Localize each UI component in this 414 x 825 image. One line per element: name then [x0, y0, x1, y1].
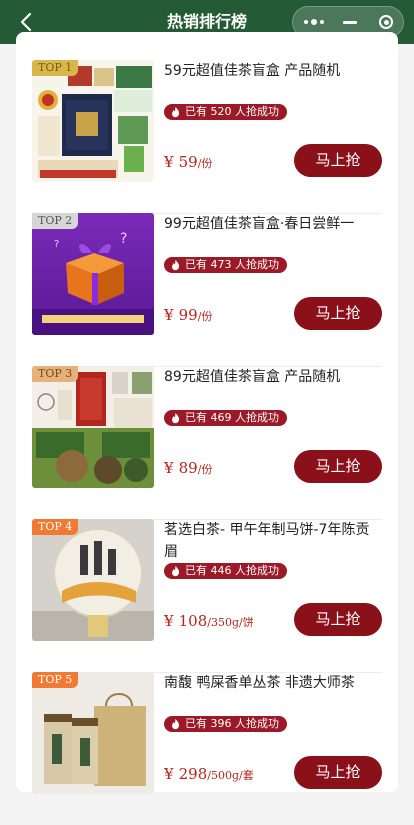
product-name[interactable]: 99元超值佳茶盲盒·春日尝鲜一 [164, 213, 382, 235]
rank-badge: TOP 3 [32, 366, 79, 382]
rank-badge: TOP 1 [32, 60, 79, 76]
currency-symbol: ¥ [164, 153, 174, 171]
price-value: 89 [178, 459, 198, 477]
svg-text:?: ? [120, 231, 127, 247]
buy-now-button[interactable]: 马上抢 [294, 297, 382, 330]
sold-count-text: 已有 520 人抢成功 [185, 105, 279, 118]
product-image[interactable]: TOP 1 [32, 60, 154, 182]
sold-count-text: 已有 469 人抢成功 [185, 411, 279, 424]
sold-count-badge: 已有 520 人抢成功 [164, 104, 287, 120]
tea-cake-image [32, 519, 154, 641]
price-unit: /份 [197, 310, 213, 323]
buy-now-button[interactable]: 马上抢 [294, 603, 382, 636]
product-image[interactable]: TOP 4 [32, 519, 154, 641]
list-item[interactable]: TOP 4 茗选白茶- 甲午年制马饼-7年陈贡眉 已有 446 人抢成功 ¥ 1… [32, 519, 382, 673]
price-value: 108 [178, 612, 208, 630]
fire-icon [172, 718, 180, 730]
buy-now-button[interactable]: 马上抢 [294, 144, 382, 177]
currency-symbol: ¥ [164, 612, 174, 630]
minimize-icon [343, 20, 357, 24]
price: ¥ 298/500g/套 [164, 764, 254, 788]
price-unit: /500g/套 [207, 769, 254, 782]
sold-count-badge: 已有 396 人抢成功 [164, 716, 287, 732]
product-name[interactable]: 南馥 鸭屎香单丛茶 非遗大师茶 [164, 672, 382, 694]
svg-text:?: ? [54, 239, 59, 250]
list-item[interactable]: TOP 1 59元超值佳茶盲盒 产品随机 已有 520 人抢成功 ¥ 59/份 … [32, 60, 382, 214]
product-image[interactable]: ? ? TOP 2 [32, 213, 154, 335]
list-item[interactable]: ? ? TOP 2 99元超值佳茶盲盒·春日尝鲜一 已有 473 人抢成功 ¥ … [32, 213, 382, 367]
rank-badge: TOP 2 [32, 213, 79, 229]
product-image[interactable]: TOP 5 [32, 672, 154, 794]
more-dots-icon [303, 19, 326, 25]
currency-symbol: ¥ [164, 306, 174, 324]
price-value: 59 [178, 153, 198, 171]
sold-count-badge: 已有 446 人抢成功 [164, 563, 287, 579]
rank-badge: TOP 4 [32, 519, 79, 535]
sold-count-text: 已有 446 人抢成功 [185, 564, 279, 577]
rank-badge: TOP 5 [32, 672, 79, 688]
currency-symbol: ¥ [164, 459, 174, 477]
chevron-left-icon [20, 12, 32, 32]
list-item[interactable]: TOP 3 89元超值佳茶盲盒 产品随机 已有 469 人抢成功 ¥ 89/份 … [32, 366, 382, 520]
price: ¥ 89/份 [164, 458, 212, 482]
tea-tins-image [32, 672, 154, 794]
price-value: 298 [178, 765, 208, 783]
tea-collection-image [32, 366, 154, 488]
price-unit: /350g/饼 [207, 616, 254, 629]
product-name[interactable]: 59元超值佳茶盲盒 产品随机 [164, 60, 382, 82]
price: ¥ 99/份 [164, 305, 212, 329]
price-value: 99 [178, 306, 198, 324]
currency-symbol: ¥ [164, 765, 174, 783]
price: ¥ 108/350g/饼 [164, 611, 254, 635]
buy-now-button[interactable]: 马上抢 [294, 450, 382, 483]
fire-icon [172, 259, 180, 271]
price-unit: /份 [197, 463, 213, 476]
gift-box-image: ? ? [32, 213, 154, 335]
product-image[interactable]: TOP 3 [32, 366, 154, 488]
ranking-list: TOP 1 59元超值佳茶盲盒 产品随机 已有 520 人抢成功 ¥ 59/份 … [16, 32, 398, 794]
sold-count-badge: 已有 469 人抢成功 [164, 410, 287, 426]
sold-count-text: 已有 473 人抢成功 [185, 258, 279, 271]
tea-collection-image [32, 60, 154, 182]
price-unit: /份 [197, 157, 213, 170]
sold-count-text: 已有 396 人抢成功 [185, 717, 279, 730]
price: ¥ 59/份 [164, 152, 212, 176]
fire-icon [172, 565, 180, 577]
product-name[interactable]: 茗选白茶- 甲午年制马饼-7年陈贡眉 [164, 519, 382, 563]
fire-icon [172, 106, 180, 118]
fire-icon [172, 412, 180, 424]
list-item[interactable]: TOP 5 南馥 鸭屎香单丛茶 非遗大师茶 已有 396 人抢成功 ¥ 298/… [32, 672, 382, 825]
product-name[interactable]: 89元超值佳茶盲盒 产品随机 [164, 366, 382, 388]
sold-count-badge: 已有 473 人抢成功 [164, 257, 287, 273]
close-circle-icon [379, 15, 393, 29]
buy-now-button[interactable]: 马上抢 [294, 756, 382, 789]
